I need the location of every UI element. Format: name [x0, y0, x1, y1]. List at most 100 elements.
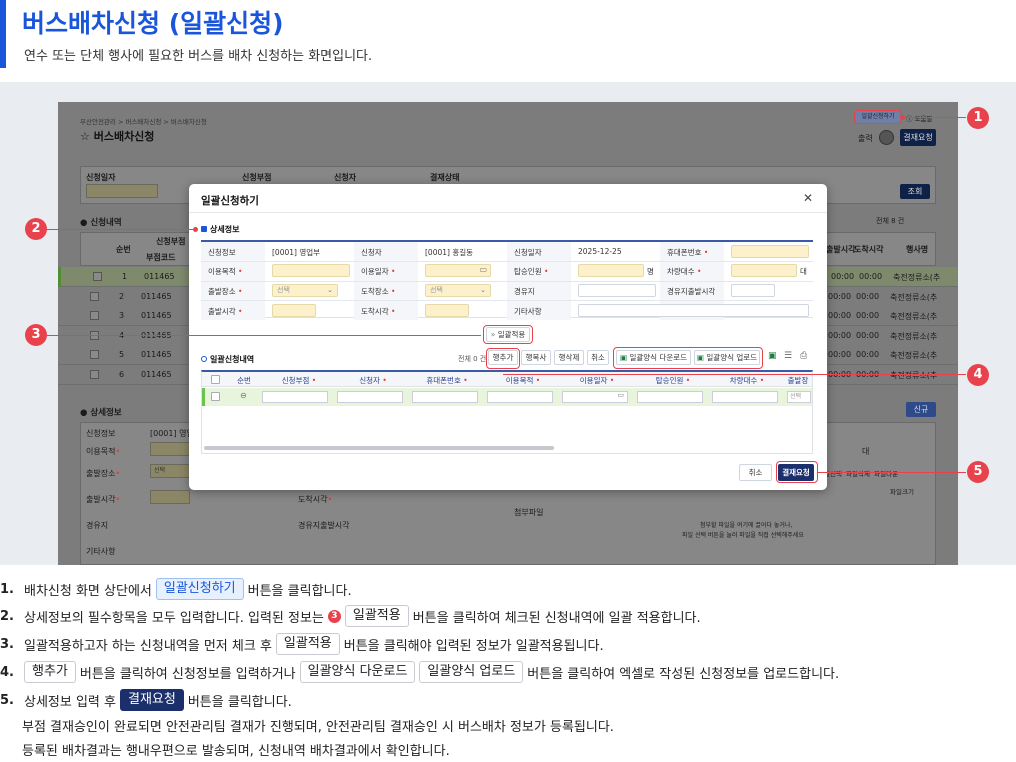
row-delete-icon[interactable]: ⊖ — [240, 391, 247, 400]
purpose-input[interactable] — [272, 264, 350, 277]
bg-detail-label-info: 신청정보 — [86, 429, 116, 438]
th-passengers: 탑승인원 • — [655, 376, 691, 385]
passengers-label: 탑승인원 • — [514, 267, 549, 276]
detail-form: 신청정보 [0001] 영업부 신청자 [0001] 홍길동 신청일자 2025… — [201, 240, 813, 320]
step-chip-add-row: 행추가 — [24, 661, 76, 683]
calendar-icon[interactable]: ▭ — [617, 391, 624, 399]
row-checkbox[interactable] — [90, 311, 99, 320]
bg-approve-button[interactable]: 결재요청 — [900, 129, 936, 146]
highlight-3 — [483, 325, 533, 344]
bg-cell-code: 011465 — [141, 291, 172, 301]
other-input[interactable] — [578, 304, 809, 317]
bg-arrive-time-label: 도착시각• — [298, 495, 333, 504]
passengers-unit: 명 — [647, 267, 654, 276]
via-depart-input[interactable] — [731, 284, 775, 297]
bg-cell-arr: 00:00 — [856, 311, 880, 320]
cell-applicant-input[interactable] — [337, 391, 403, 403]
row-checkbox[interactable] — [90, 291, 99, 301]
bg-cell-no: 1 — [122, 272, 128, 281]
row-checkbox[interactable] — [90, 350, 99, 359]
breadcrumb: 부산안전관리 > 버스배차신청 > 버스배차신청 — [80, 118, 207, 126]
row-checkbox[interactable] — [90, 369, 99, 379]
cell-passengers-input[interactable] — [637, 391, 703, 403]
step-chip-apply-all: 일괄적용 — [344, 605, 409, 627]
chevron-down-icon: ⌄ — [327, 286, 333, 294]
bg-date-input[interactable] — [86, 184, 158, 198]
help-button[interactable]: ⓘ 도움말 — [906, 113, 933, 123]
cell-dept-input[interactable] — [262, 391, 328, 403]
callout-dot-2 — [193, 227, 198, 232]
bg-cell-dep: 00:00 — [828, 330, 852, 340]
row-checkbox[interactable] — [93, 272, 102, 281]
close-icon[interactable]: ✕ — [803, 191, 813, 205]
bg-attach-label: 첨부파일 — [514, 508, 544, 517]
horizontal-scrollbar[interactable] — [204, 446, 554, 450]
depart-place-label: 출발장소 • — [208, 287, 243, 296]
chevron-down-icon: ⌄ — [480, 286, 486, 294]
print-icon[interactable]: ⎙ — [800, 351, 807, 361]
excel-export-icon[interactable]: ▣ — [768, 351, 777, 361]
bg-detail-value-info: [0001] 영업 — [150, 429, 194, 438]
bg-cell-name: 축전정류소(추 — [890, 331, 938, 341]
calendar-icon[interactable]: ▭ — [479, 265, 487, 274]
select-all-checkbox[interactable] — [211, 375, 220, 384]
step-5-detail-1: 부점 결재승인이 완료되면 안전관리팀 결재가 진행되며, 안전관리팀 결재승인… — [22, 720, 614, 735]
bg-file-buttons[interactable]: 파일선택 파일삭제 파일다운 — [818, 468, 898, 478]
arrive-place-select[interactable]: 선택 ⌄ — [425, 284, 491, 297]
th-applicant: 신청자 • — [359, 376, 387, 385]
bg-cell-name: 축전정류소(추 — [890, 312, 938, 321]
step-chip-excel-download: 일괄양식 다운로드 — [299, 661, 416, 683]
bg-file-size-header: 파일크기 — [890, 488, 914, 496]
step-1: 1. 배차신청 화면 상단에서 일괄신청하기 버튼을 클릭합니다. — [0, 578, 352, 600]
bg-new-button[interactable]: 신규 — [906, 402, 936, 417]
cell-purpose-input[interactable] — [487, 391, 553, 403]
step-badge-3: 3 — [327, 609, 341, 623]
arrive-time-input[interactable] — [425, 304, 469, 317]
bg-th-name: 행사명 — [906, 245, 929, 254]
bg-purpose-input[interactable] — [150, 442, 190, 456]
bg-cell-no: 6 — [119, 369, 125, 379]
bg-via-time-label: 경유지출발시각 — [298, 521, 350, 530]
bg-print-button[interactable]: 출력 — [858, 133, 873, 144]
bg-attach-hint-1: 첨부할 파일을 여기에 끌어다 놓거나, — [700, 522, 793, 529]
column-settings-icon[interactable]: ☰ — [784, 351, 792, 361]
bg-cell-arr: 00:00 — [856, 350, 880, 359]
copy-row-button[interactable]: 행복사 — [521, 350, 551, 365]
depart-place-select[interactable]: 선택 ⌄ — [272, 284, 338, 297]
apply-date-label: 신청일자 — [514, 248, 542, 257]
use-date-label: 이용일자 • — [361, 267, 396, 276]
vehicles-unit: 대 — [800, 267, 807, 276]
applicant-value: [0001] 홍길동 — [425, 248, 474, 257]
delete-row-button[interactable]: 행삭제 — [554, 350, 584, 365]
bg-detail-label-time: 출발시각• — [86, 495, 121, 504]
callout-line-2 — [47, 229, 195, 230]
cell-use-date-input[interactable]: ▭ — [562, 391, 628, 403]
callout-5: 5 — [967, 461, 989, 483]
phone-input[interactable] — [731, 245, 809, 258]
apply-info-value: [0001] 영업부 — [272, 248, 321, 257]
cell-phone-input[interactable] — [412, 391, 478, 403]
bg-depart-select[interactable]: 선택 — [150, 464, 190, 478]
row-checkbox[interactable] — [211, 392, 220, 401]
cell-vehicles-input[interactable] — [712, 391, 778, 403]
bg-depart-time-input[interactable] — [150, 490, 190, 504]
th-use-date: 이용일자 • — [579, 376, 615, 385]
depart-time-input[interactable] — [272, 304, 316, 317]
use-date-input[interactable]: ▭ — [425, 264, 491, 277]
bg-cell-name: 축전정류소(추 — [890, 351, 938, 360]
apply-date-value: 2025-12-25 — [578, 247, 622, 256]
print-icon[interactable] — [879, 130, 894, 145]
step-2: 2. 상세정보의 필수항목을 모두 입력합니다. 입력된 정보는 3 일괄적용 … — [0, 605, 701, 627]
cell-depart-select[interactable]: 선택 — [787, 391, 811, 403]
applicant-label: 신청자 — [361, 248, 382, 257]
bg-detail-label-etc: 기타사항 — [86, 547, 116, 556]
vehicles-input[interactable] — [731, 264, 797, 277]
vehicles-label: 차량대수 • — [667, 267, 702, 276]
passengers-input[interactable] — [578, 264, 644, 277]
via-input[interactable] — [578, 284, 656, 297]
cancel-row-button[interactable]: 취소 — [587, 350, 609, 365]
bg-search-button[interactable]: 조회 — [900, 184, 930, 199]
bg-cell-code: 011465 — [141, 350, 172, 359]
modal-cancel-button[interactable]: 취소 — [739, 464, 772, 481]
list-section-title: 일괄신청내역 — [201, 354, 254, 365]
